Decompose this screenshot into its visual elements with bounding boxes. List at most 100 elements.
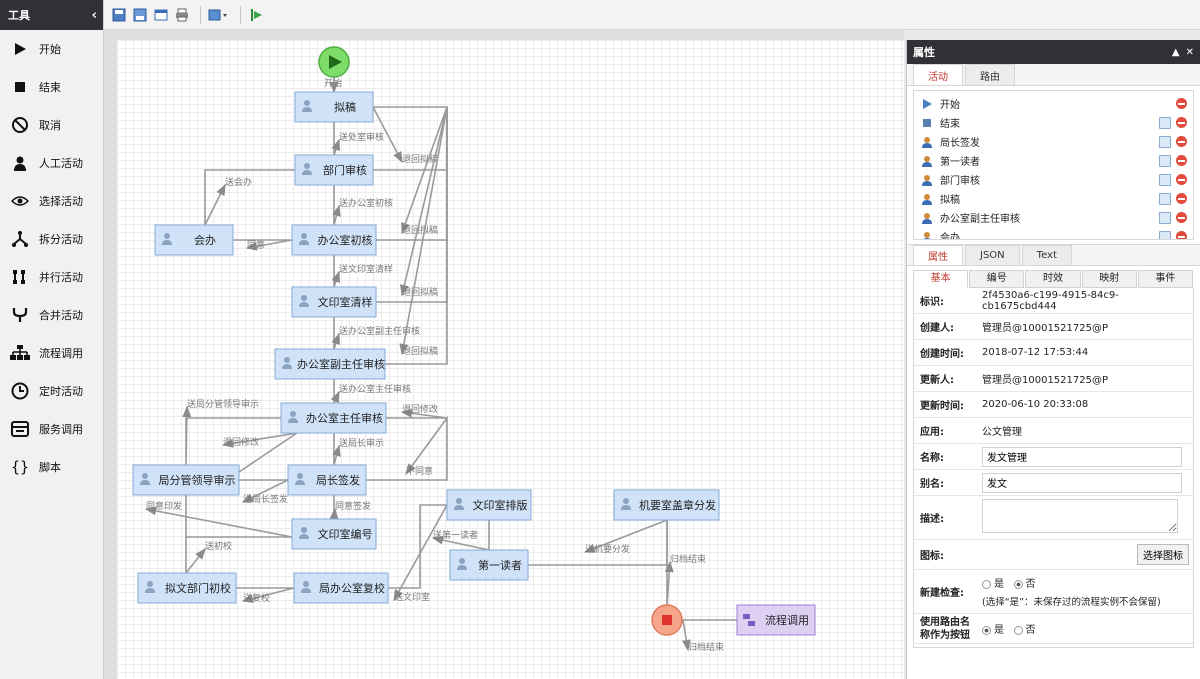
tool-play[interactable]: 开始	[0, 30, 103, 68]
delete-icon[interactable]	[1176, 155, 1187, 166]
subtab-mapping[interactable]: 映射	[1081, 270, 1137, 288]
activity-node[interactable]: 文印室排版	[446, 489, 532, 521]
play-icon	[10, 39, 30, 59]
flow-edge[interactable]	[528, 518, 668, 566]
activity-list-item[interactable]: 第一读者	[914, 151, 1193, 170]
tool-person[interactable]: 人工活动	[0, 144, 103, 182]
save-icon[interactable]	[110, 6, 128, 24]
subtab-basic[interactable]: 基本	[913, 270, 969, 288]
flow-edge[interactable]	[182, 405, 281, 466]
delete-icon[interactable]	[1176, 98, 1187, 109]
copy-icon[interactable]	[1159, 154, 1171, 167]
delete-icon[interactable]	[1176, 212, 1187, 223]
prop-row-newcheck: 新建检查: 是 否 (选择“是”：未保存过的流程实例不会保留)	[914, 570, 1193, 614]
activity-node[interactable]: 机要室盖章分发	[613, 489, 720, 521]
tool-service[interactable]: 服务调用	[0, 410, 103, 448]
collapse-up-icon[interactable]: ▲	[1172, 47, 1180, 58]
activity-node[interactable]: 局长签发	[287, 464, 367, 496]
flow-edge[interactable]	[388, 504, 449, 601]
print-icon[interactable]	[173, 6, 191, 24]
activity-node[interactable]: 局办公室复校	[293, 572, 389, 604]
prop-row-name: 名称:	[914, 444, 1193, 470]
collapse-chevron-icon[interactable]: ‹	[92, 8, 97, 23]
layout-dropdown-icon[interactable]	[207, 6, 231, 24]
copy-icon[interactable]	[1159, 116, 1171, 129]
newcheck-yes-radio[interactable]	[982, 579, 991, 589]
copy-icon[interactable]	[1159, 173, 1171, 186]
tool-split[interactable]: 拆分活动	[0, 220, 103, 258]
tool-cancel[interactable]: 取消	[0, 106, 103, 144]
tool-label: 合并活动	[39, 309, 83, 322]
activity-list-item[interactable]: 拟稿	[914, 189, 1193, 208]
activity-list-item[interactable]: 局长签发	[914, 132, 1193, 151]
tab-text[interactable]: Text	[1021, 245, 1072, 265]
activity-node[interactable]: 文印室编号	[291, 518, 377, 550]
route-no-radio[interactable]	[1013, 625, 1023, 635]
activity-node[interactable]: 局分管领导审示	[132, 464, 240, 496]
activity-node[interactable]: 拟文部门初校	[137, 572, 237, 604]
subtab-timeliness[interactable]: 时效	[1025, 270, 1081, 288]
delete-icon[interactable]	[1176, 193, 1187, 204]
activity-list-item[interactable]: 部门审核	[914, 170, 1193, 189]
route-yes-radio[interactable]	[982, 625, 991, 635]
delete-icon[interactable]	[1176, 174, 1187, 185]
service-icon	[10, 419, 30, 439]
tab-activities[interactable]: 活动	[913, 64, 963, 85]
close-icon[interactable]: ✕	[1186, 47, 1194, 58]
subtab-numbering[interactable]: 编号	[969, 270, 1025, 288]
flow-edge[interactable]	[185, 537, 206, 576]
tool-merge[interactable]: 合并活动	[0, 296, 103, 334]
copy-icon[interactable]	[1159, 230, 1171, 239]
copy-icon[interactable]	[1159, 211, 1171, 224]
flow-edge[interactable]	[376, 106, 448, 241]
activity-node[interactable]: 拟稿	[294, 91, 374, 123]
delete-icon[interactable]	[1176, 231, 1187, 239]
prop-value: 2018-07-12 17:53:44	[982, 347, 1089, 358]
description-textarea[interactable]	[982, 499, 1178, 533]
tool-hierarchy[interactable]: 流程调用	[0, 334, 103, 372]
subflow-node[interactable]: 流程调用	[736, 604, 816, 636]
activity-list-item[interactable]: 开始	[914, 94, 1193, 113]
prop-row-created: 创建时间: 2018-07-12 17:53:44	[914, 340, 1193, 366]
tool-parallel[interactable]: 并行活动	[0, 258, 103, 296]
tool-stop[interactable]: 结束	[0, 68, 103, 106]
tab-routes[interactable]: 路由	[965, 64, 1015, 85]
activity-node[interactable]: 办公室主任审核	[280, 402, 387, 434]
window-icon[interactable]	[152, 6, 170, 24]
tab-properties[interactable]: 属性	[913, 245, 963, 265]
edge-label: 送局分管领导审示	[187, 398, 259, 409]
activity-node[interactable]: 第一读者	[449, 549, 529, 581]
node-label: 第一读者	[478, 558, 522, 572]
edge-label: 送办公室初核	[339, 197, 393, 208]
newcheck-no-radio[interactable]	[1013, 579, 1023, 589]
tool-clock[interactable]: 定时活动	[0, 372, 103, 410]
name-input[interactable]	[982, 446, 1182, 467]
run-flow-icon[interactable]	[247, 6, 265, 24]
edge-label: 送文印室清样	[339, 263, 393, 274]
activity-list-item[interactable]: 会办	[914, 227, 1193, 239]
person-activity-icon	[920, 154, 934, 168]
alias-input[interactable]	[982, 472, 1182, 493]
activity-node[interactable]: 部门审核	[294, 154, 374, 186]
prop-value: 2f4530a6-c199-4915-84c9-cb1675cbd444	[982, 289, 1119, 312]
edge-label: 送复校	[243, 592, 270, 603]
tab-json[interactable]: JSON	[965, 245, 1020, 265]
delete-icon[interactable]	[1176, 136, 1187, 147]
activity-list-item[interactable]: 结束	[914, 113, 1193, 132]
edge-label: 送办公室副主任审核	[339, 325, 420, 336]
copy-icon[interactable]	[1159, 192, 1171, 205]
activity-node[interactable]: 文印室清样	[291, 286, 377, 318]
activity-node[interactable]: 办公室副主任审核	[274, 348, 386, 380]
select-icon-button[interactable]: 选择图标	[1137, 544, 1189, 565]
activity-name: 拟稿	[940, 195, 960, 206]
delete-icon[interactable]	[1176, 117, 1187, 128]
activity-list-item[interactable]: 办公室副主任审核	[914, 208, 1193, 227]
activity-node[interactable]: 会办	[154, 224, 234, 256]
copy-icon[interactable]	[1159, 135, 1171, 148]
subtab-events[interactable]: 事件	[1137, 270, 1194, 288]
tool-script[interactable]: {} 脚本	[0, 448, 103, 486]
tool-eye[interactable]: 选择活动	[0, 182, 103, 220]
activity-node[interactable]: 办公室初核	[291, 224, 377, 256]
flow-canvas[interactable]: 送处室审核 退回拟稿 送会办 送办公室初核 退回拟稿 同意 送文印室清样 退回拟稿 送办公室副主…	[117, 40, 904, 679]
save-as-icon[interactable]	[131, 6, 149, 24]
